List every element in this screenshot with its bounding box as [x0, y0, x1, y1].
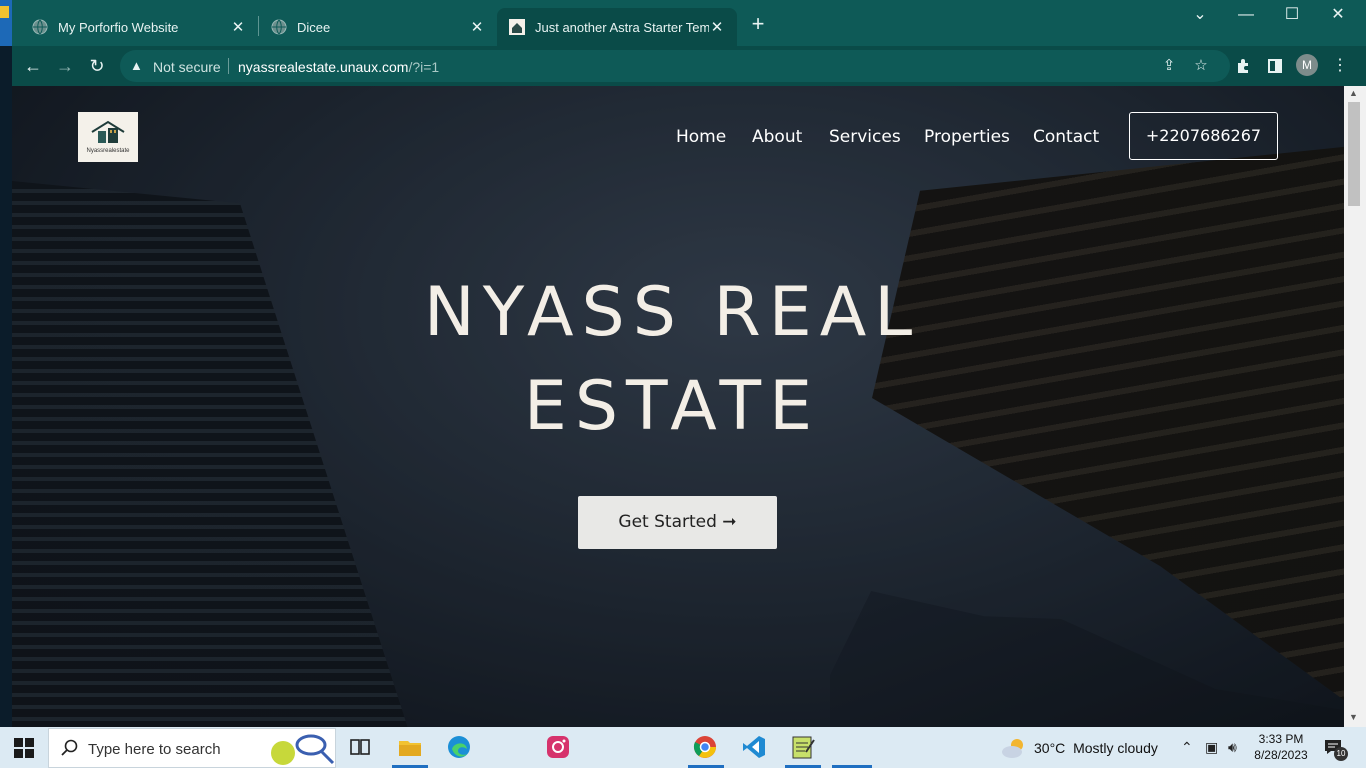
back-button[interactable]: ←: [21, 54, 45, 78]
browser-toolbar: ← → ↻ ▲ Not secure nyassrealestate.unaux…: [12, 46, 1366, 86]
profile-avatar[interactable]: M: [1296, 54, 1318, 76]
search-icon: [61, 739, 78, 756]
windows-taskbar: Type here to search 30°C Mostly cloudy ⌃…: [0, 727, 1366, 768]
side-panel-icon[interactable]: [1263, 54, 1287, 78]
scroll-up-arrow-icon[interactable]: ▲: [1349, 88, 1358, 98]
notification-center-icon[interactable]: 10: [1324, 739, 1348, 761]
notification-count-badge: 10: [1334, 747, 1348, 761]
page-scrollbar[interactable]: ▲ ▼: [1344, 86, 1366, 727]
notepad-icon[interactable]: [790, 734, 816, 760]
logo-text: Nyassrealestate: [86, 148, 130, 154]
url-host: nyassrealestate.unaux.com: [238, 59, 409, 75]
tab-title: My Porforfio Website: [58, 19, 179, 35]
get-started-button[interactable]: Get Started ➞: [578, 496, 777, 549]
address-divider: [228, 58, 229, 74]
globe-icon: [271, 19, 287, 35]
meet-now-icon[interactable]: ▣: [1205, 739, 1218, 756]
weather-widget[interactable]: 30°C Mostly cloudy: [1000, 737, 1170, 759]
extensions-icon[interactable]: [1231, 54, 1255, 78]
hero-title: NYASS REAL ESTATE: [372, 266, 972, 454]
weather-condition: Mostly cloudy: [1073, 740, 1158, 756]
address-bar[interactable]: ▲ Not secure nyassrealestate.unaux.com/?…: [120, 50, 1230, 82]
browser-tab-strip: My Porforfio Website ✕ Dicee ✕ Just anot…: [0, 0, 1366, 46]
instagram-icon[interactable]: [545, 734, 571, 760]
weather-text: 30°C Mostly cloudy: [1034, 740, 1158, 756]
tab-title: Dicee: [297, 19, 331, 35]
url-path: /?i=1: [408, 59, 440, 75]
search-placeholder: Type here to search: [88, 741, 221, 758]
nav-services-link[interactable]: Services: [829, 127, 901, 147]
tab-dicee[interactable]: Dicee ✕: [259, 8, 497, 46]
vscode-icon[interactable]: [741, 734, 767, 760]
weather-temp: 30°C: [1034, 740, 1066, 756]
nav-about-link[interactable]: About: [752, 127, 802, 147]
reload-button[interactable]: ↻: [85, 54, 109, 78]
site-logo-favicon-icon: [509, 19, 525, 35]
maximize-button[interactable]: ☐: [1280, 4, 1304, 26]
background-window-edge: [0, 0, 12, 46]
close-window-button[interactable]: ✕: [1326, 4, 1350, 26]
tab-portfolio[interactable]: My Porforfio Website ✕: [20, 8, 258, 46]
system-clock[interactable]: 3:33 PM 8/28/2023: [1252, 731, 1310, 763]
new-tab-button[interactable]: +: [748, 13, 768, 35]
minimize-button[interactable]: —: [1234, 4, 1258, 26]
tab-search-button[interactable]: ⌄: [1188, 4, 1212, 26]
hero-title-line-2: ESTATE: [523, 367, 821, 446]
volume-icon[interactable]: 🔊︎: [1228, 739, 1237, 756]
star-icon[interactable]: ☆: [1192, 57, 1210, 75]
edge-icon[interactable]: [446, 734, 472, 760]
phone-button[interactable]: +2207686267: [1129, 112, 1278, 160]
page-viewport: Nyassrealestate Home About Services Prop…: [12, 86, 1344, 727]
scroll-down-arrow-icon[interactable]: ▼: [1349, 712, 1358, 722]
tab-close-button[interactable]: ✕: [709, 18, 725, 36]
windows-start-icon[interactable]: [14, 738, 34, 758]
show-hidden-icons-chevron-icon[interactable]: ⌃: [1181, 739, 1193, 756]
taskbar-search-box[interactable]: Type here to search: [48, 728, 336, 768]
forward-button[interactable]: →: [53, 54, 77, 78]
task-view-icon[interactable]: [347, 734, 373, 760]
house-logo-icon: [91, 120, 125, 143]
site-logo[interactable]: Nyassrealestate: [78, 112, 138, 162]
warning-icon[interactable]: ▲: [130, 58, 146, 74]
clock-time: 3:33 PM: [1258, 732, 1304, 746]
tab-title: Just another Astra Starter Templa: [535, 19, 709, 35]
security-status[interactable]: Not secure: [153, 59, 221, 75]
clock-date: 8/28/2023: [1254, 748, 1308, 762]
tab-close-button[interactable]: ✕: [469, 18, 485, 36]
share-icon[interactable]: ⇪: [1160, 57, 1178, 75]
file-explorer-icon[interactable]: [397, 734, 423, 760]
tab-close-button[interactable]: ✕: [230, 18, 246, 36]
tab-nyass-active[interactable]: Just another Astra Starter Templa ✕: [497, 8, 737, 46]
nav-home-link[interactable]: Home: [676, 127, 726, 147]
nav-contact-link[interactable]: Contact: [1033, 127, 1099, 147]
menu-icon[interactable]: ⋮: [1328, 54, 1352, 78]
cloudy-weather-icon: [1002, 739, 1023, 758]
tennis-doodle-icon: [271, 734, 335, 765]
url-text[interactable]: nyassrealestate.unaux.com/?i=1: [238, 59, 439, 75]
nav-properties-link[interactable]: Properties: [924, 127, 1010, 147]
globe-icon: [32, 19, 48, 35]
chrome-icon[interactable]: [692, 734, 718, 760]
scrollbar-thumb[interactable]: [1348, 102, 1360, 206]
hero-title-line-1: NYASS REAL: [423, 273, 921, 352]
